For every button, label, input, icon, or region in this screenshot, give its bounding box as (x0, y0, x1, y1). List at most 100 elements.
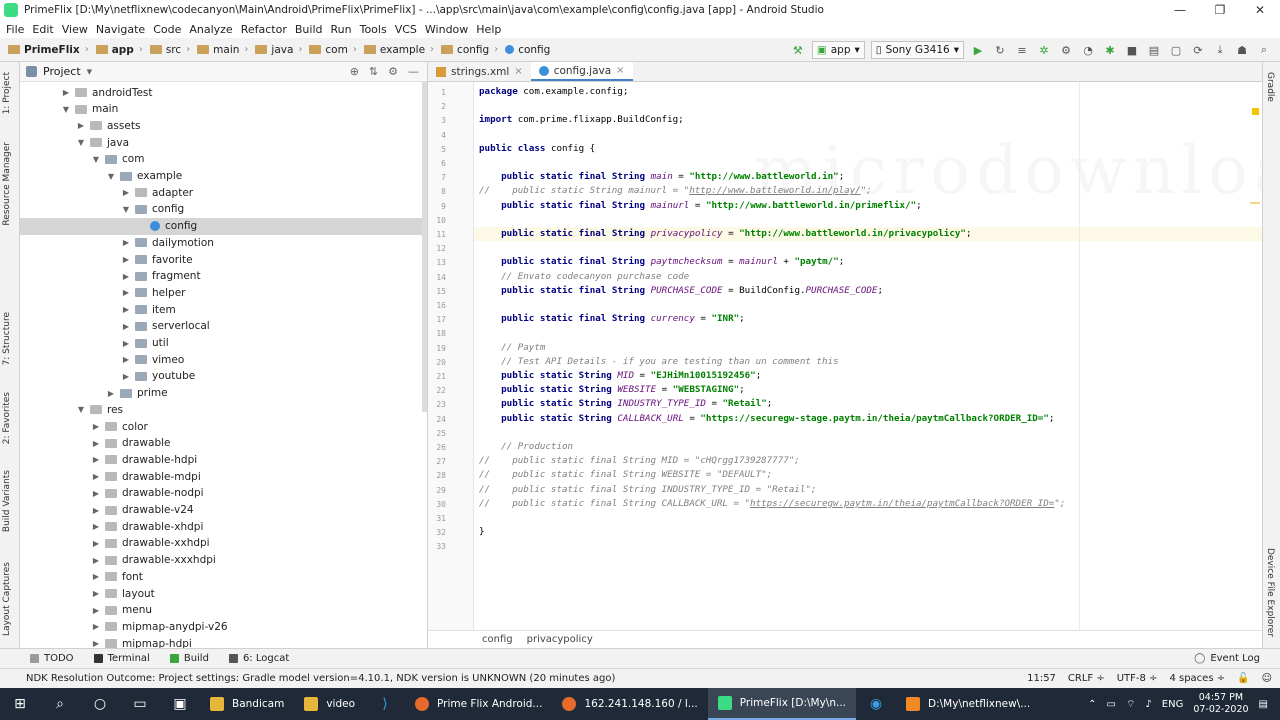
chevron-down-icon[interactable]: ▼ (76, 138, 86, 147)
menu-tools[interactable]: Tools (358, 23, 393, 36)
chevron-down-icon[interactable]: ▼ (61, 105, 71, 114)
close-button[interactable]: ✕ (1240, 0, 1280, 20)
tree-item-example[interactable]: ▼ example (20, 168, 427, 185)
vscode-icon[interactable]: ⟩ (365, 688, 405, 720)
chevron-down-icon[interactable]: ▼ (76, 405, 86, 414)
tree-item-vimeo[interactable]: ▶ vimeo (20, 351, 427, 368)
tree-item-adapter[interactable]: ▶ adapter (20, 184, 427, 201)
tree-item-prime[interactable]: ▶ prime (20, 385, 427, 402)
chevron-right-icon[interactable]: ▶ (91, 589, 101, 598)
chevron-right-icon[interactable]: ▶ (91, 455, 101, 464)
crumb-config-class[interactable]: config (518, 44, 550, 56)
chevron-right-icon[interactable]: ▶ (121, 288, 131, 297)
tree-item-util[interactable]: ▶ util (20, 335, 427, 352)
code-editor[interactable]: microdownload.net package com.example.co… (474, 82, 1262, 630)
crumb-main[interactable]: main (213, 44, 239, 56)
tree-item-mipmap-anydpi-v26[interactable]: ▶ mipmap-anydpi-v26 (20, 618, 427, 635)
file-encoding[interactable]: UTF-8 ÷ (1117, 673, 1158, 684)
chevron-right-icon[interactable]: ▶ (121, 372, 131, 381)
menu-vcs[interactable]: VCS (393, 23, 423, 36)
resource-manager-tab[interactable]: Resource Manager (2, 142, 12, 226)
code-line[interactable]: // public static final String WEBSITE = … (479, 468, 772, 482)
chevron-right-icon[interactable]: ▶ (121, 255, 131, 264)
inspection-icon[interactable]: ☺ (1262, 673, 1272, 684)
code-line[interactable]: // public static final String CALLBACK_U… (479, 497, 1065, 511)
menu-file[interactable]: File (4, 23, 30, 36)
menu-help[interactable]: Help (474, 23, 507, 36)
code-line[interactable]: public static String CALLBACK_URL = "htt… (479, 412, 1054, 426)
run-config-select[interactable]: ▣ app ▾ (811, 41, 865, 59)
tree-item-menu[interactable]: ▶ menu (20, 602, 427, 619)
notification-icon[interactable]: ▤ (1259, 699, 1268, 710)
collapse-all-icon[interactable]: ⇅ (369, 65, 378, 78)
chevron-right-icon[interactable]: ▶ (91, 572, 101, 581)
crumb-config-pkg[interactable]: config (457, 44, 489, 56)
tab-strings-xml[interactable]: strings.xml × (428, 62, 531, 81)
search-icon[interactable]: ⌕ (1254, 41, 1274, 59)
build-tab[interactable]: Build (160, 653, 219, 664)
taskbar-app-firefox-2[interactable]: 162.241.148.160 / l... (552, 688, 707, 720)
chevron-right-icon[interactable]: ▶ (91, 472, 101, 481)
chevron-right-icon[interactable]: ▶ (91, 522, 101, 531)
chevron-down-icon[interactable]: ▼ (121, 205, 131, 214)
code-line[interactable]: public static String WEBSITE = "WEBSTAGI… (479, 383, 745, 397)
crumb-src[interactable]: src (166, 44, 181, 56)
store-icon[interactable]: ▣ (160, 688, 200, 720)
chevron-right-icon[interactable]: ▶ (106, 389, 116, 398)
chevron-right-icon[interactable]: ▶ (91, 539, 101, 548)
favorites-tab[interactable]: 2: Favorites (2, 392, 12, 444)
chevron-down-icon[interactable]: ▾ (87, 65, 93, 78)
chevron-right-icon[interactable]: ▶ (121, 272, 131, 281)
crumb-java[interactable]: java (271, 44, 293, 56)
minimize-button[interactable]: — (1160, 0, 1200, 20)
chevron-right-icon[interactable]: ▶ (91, 639, 101, 648)
hammer-icon[interactable]: ⚒ (788, 41, 808, 59)
tree-item-androidTest[interactable]: ▶ androidTest (20, 84, 427, 101)
code-line[interactable]: // Test API Details - if you are testing… (479, 355, 838, 369)
profile-icon[interactable]: ◔ (1078, 41, 1098, 59)
bug-icon[interactable]: ✱ (1100, 41, 1120, 59)
build-variants-tab[interactable]: Build Variants (2, 470, 12, 532)
crumb-project[interactable]: PrimeFlix (24, 44, 80, 56)
menu-build[interactable]: Build (293, 23, 329, 36)
code-line[interactable]: public static final String PURCHASE_CODE… (479, 284, 883, 298)
code-line[interactable]: // public static final String MID = "cHQ… (479, 454, 800, 468)
tab-config-java[interactable]: config.java × (530, 62, 633, 81)
code-line[interactable]: // Production (479, 440, 573, 454)
caret-position[interactable]: 11:57 (1027, 673, 1056, 684)
code-line[interactable]: public static String MID = "EJHiMn100151… (479, 369, 761, 383)
task-view-icon[interactable]: ▭ (120, 688, 160, 720)
logcat-tab[interactable]: 6: Logcat (219, 653, 299, 664)
todo-tab[interactable]: TODO (20, 653, 84, 664)
tree-item-favorite[interactable]: ▶ favorite (20, 251, 427, 268)
line-separator[interactable]: CRLF ÷ (1068, 673, 1105, 684)
chevron-right-icon[interactable]: ▶ (121, 188, 131, 197)
code-line[interactable]: public static final String mainurl = "ht… (479, 199, 922, 213)
tree-item-dailymotion[interactable]: ▶ dailymotion (20, 234, 427, 251)
menu-navigate[interactable]: Navigate (94, 23, 151, 36)
chevron-right-icon[interactable]: ▶ (91, 622, 101, 631)
crumb-example[interactable]: example (380, 44, 425, 56)
layout-captures-tab[interactable]: Layout Captures (2, 562, 12, 636)
tree-item-com[interactable]: ▼ com (20, 151, 427, 168)
taskbar-app-sublime[interactable]: D:\My\netflixnew\... (896, 688, 1040, 720)
chevron-down-icon[interactable]: ▼ (106, 172, 116, 181)
rerun-icon[interactable]: ↻ (990, 41, 1010, 59)
chevron-right-icon[interactable]: ▶ (121, 322, 131, 331)
avd-manager-icon[interactable]: ▢ (1166, 41, 1186, 59)
cortana-icon[interactable]: ○ (80, 688, 120, 720)
code-line[interactable]: public static final String main = "http:… (479, 170, 844, 184)
chevron-right-icon[interactable]: ▶ (91, 422, 101, 431)
network-icon[interactable]: ⌔ (1126, 698, 1135, 711)
chevron-right-icon[interactable]: ▶ (91, 606, 101, 615)
code-line[interactable]: // Envato codecanyon purchase code (479, 270, 689, 284)
locate-icon[interactable]: ⊕ (350, 65, 359, 78)
menu-run[interactable]: Run (329, 23, 358, 36)
taskbar-app-bandicam[interactable]: Bandicam (200, 688, 294, 720)
code-line[interactable]: public class config { (479, 142, 595, 156)
attach-debugger-icon[interactable]: ⚙ (1056, 41, 1076, 59)
crumb-module[interactable]: app (112, 44, 134, 56)
clock[interactable]: 04:57 PM 07-02-2020 (1193, 692, 1248, 716)
tree-item-serverlocal[interactable]: ▶ serverlocal (20, 318, 427, 335)
code-line[interactable]: } (479, 525, 485, 539)
